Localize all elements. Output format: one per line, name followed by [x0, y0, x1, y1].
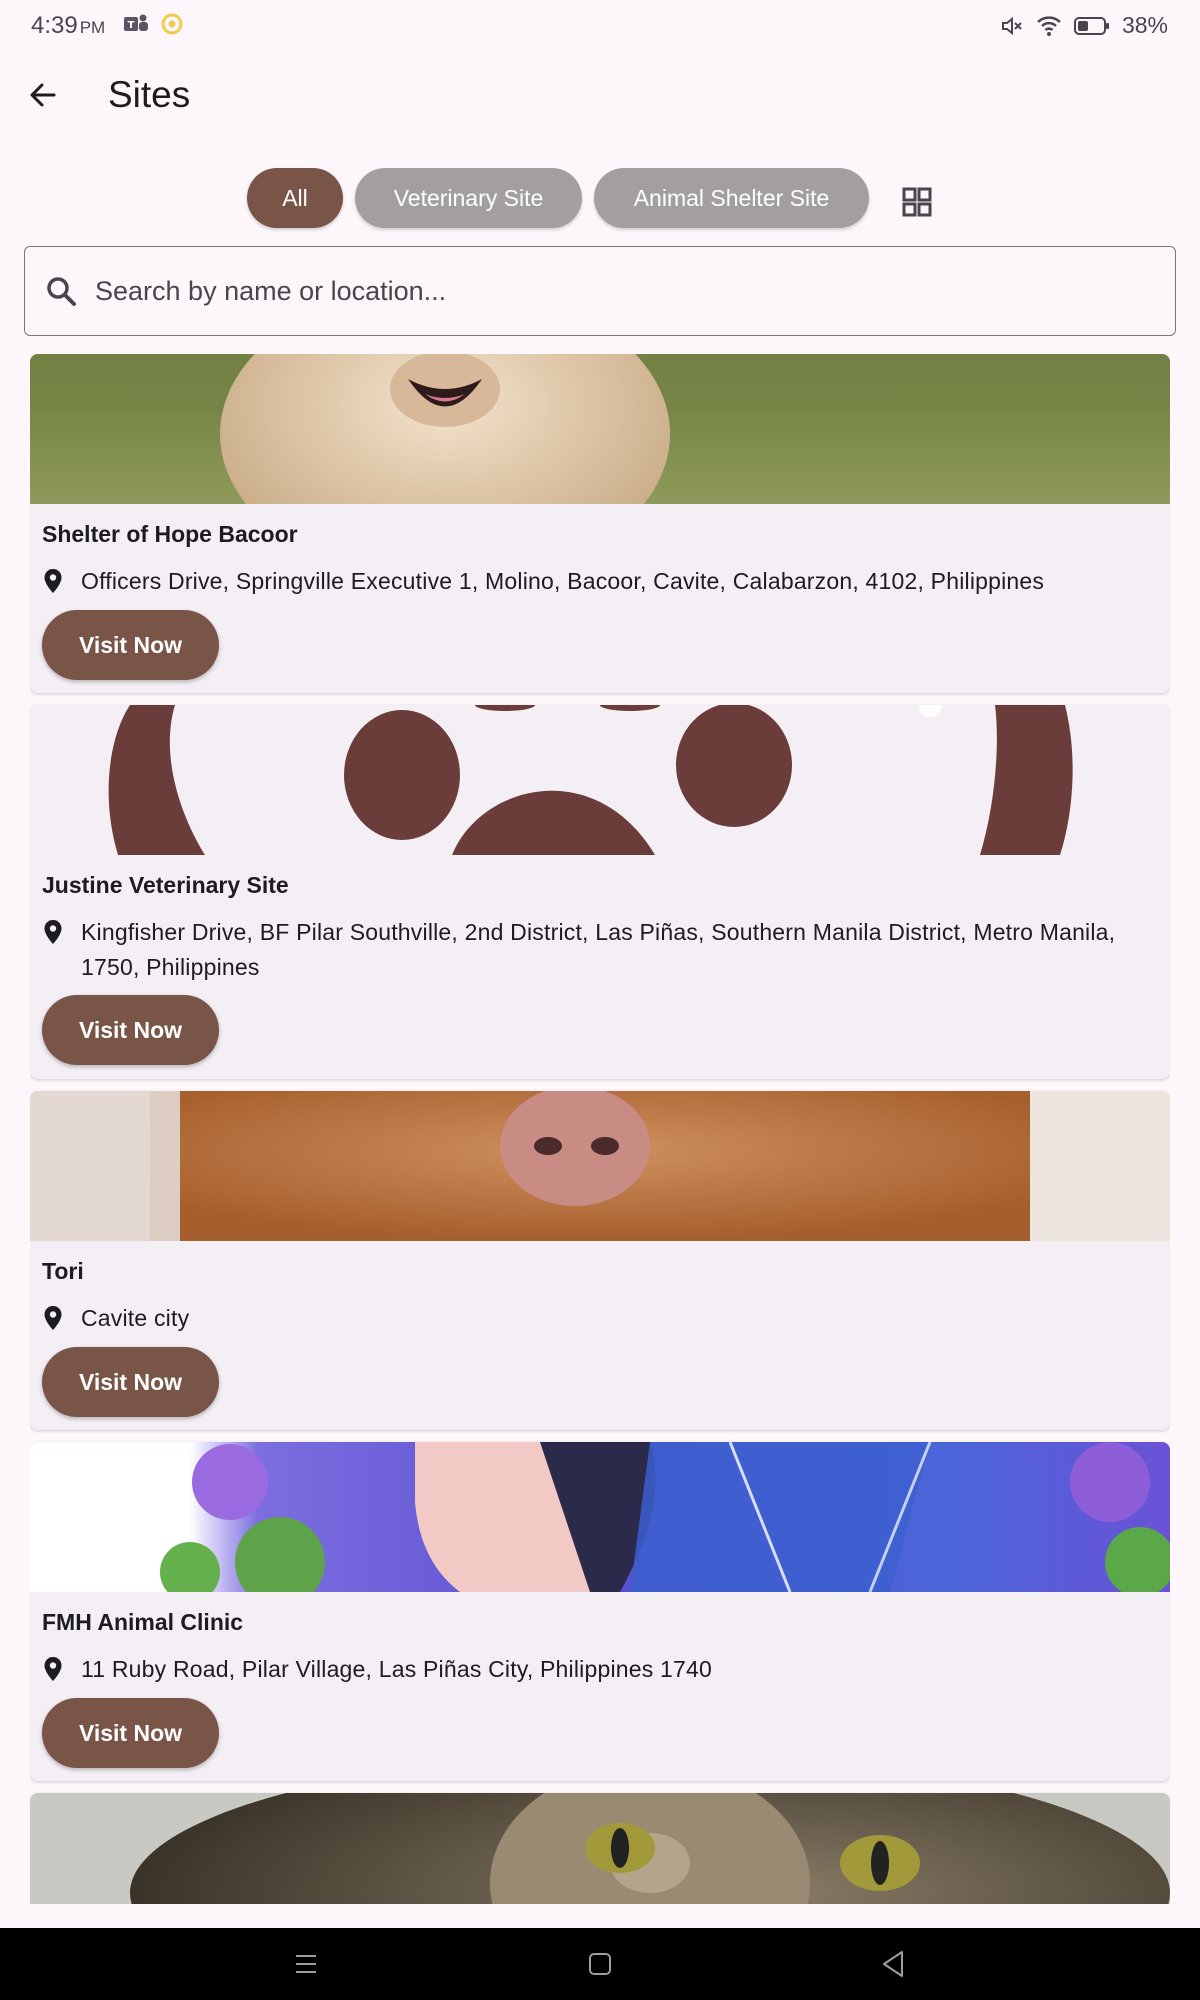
- site-image: [30, 1793, 1170, 1904]
- site-address: Kingfisher Drive, BF Pilar Southville, 2…: [81, 919, 1116, 980]
- battery-icon: [1073, 16, 1109, 35]
- site-image: [30, 354, 1170, 504]
- site-card[interactable]: FMH Animal Clinic 11 Ruby Road, Pilar Vi…: [30, 1442, 1170, 1781]
- visit-now-button[interactable]: Visit Now: [42, 995, 219, 1065]
- recents-icon[interactable]: [288, 1946, 324, 1982]
- site-name: Tori: [42, 1258, 84, 1284]
- status-right: 38%: [1000, 12, 1168, 39]
- site-address: Officers Drive, Springville Executive 1,…: [81, 568, 1045, 594]
- visit-now-button[interactable]: Visit Now: [42, 1698, 219, 1768]
- status-notification-icons: T: [122, 12, 184, 36]
- wifi-icon: [1037, 15, 1061, 36]
- home-icon[interactable]: [582, 1946, 618, 1982]
- status-time-value: 4:39: [31, 12, 78, 39]
- site-location: 11 Ruby Road, Pilar Village, Las Piñas C…: [42, 1652, 1152, 1687]
- battery-percent: 38%: [1121, 12, 1168, 38]
- search-icon: [47, 277, 76, 306]
- site-image: [30, 1442, 1170, 1592]
- site-card[interactable]: Tori Cavite city Visit Now: [30, 1091, 1170, 1430]
- app-bar: Sites: [0, 54, 1200, 140]
- site-address: 11 Ruby Road, Pilar Village, Las Piñas C…: [81, 1656, 712, 1682]
- site-card[interactable]: Justine Veterinary Site Kingfisher Drive…: [30, 705, 1170, 1079]
- back-button[interactable]: [22, 74, 64, 116]
- app-notification-icon: [161, 13, 183, 35]
- filter-chips: All Veterinary Site Animal Shelter Site: [0, 166, 1200, 230]
- site-location: Officers Drive, Springville Executive 1,…: [42, 564, 1152, 599]
- teams-icon: T: [124, 14, 148, 31]
- site-name: FMH Animal Clinic: [42, 1609, 244, 1635]
- site-address: Cavite city: [81, 1305, 190, 1331]
- visit-now-button[interactable]: Visit Now: [42, 1347, 219, 1417]
- mute-icon: [1001, 16, 1022, 35]
- filter-chip-animal-shelter[interactable]: Animal Shelter Site: [594, 168, 869, 228]
- location-pin-icon: [44, 569, 62, 593]
- status-time: 4:39 PM: [31, 12, 105, 40]
- site-list: Shelter of Hope Bacoor Officers Drive, S…: [30, 354, 1170, 1904]
- location-pin-icon: [44, 920, 62, 944]
- page-title: Sites: [108, 74, 191, 115]
- location-pin-icon: [44, 1306, 62, 1330]
- back-nav-icon[interactable]: [876, 1946, 912, 1982]
- filter-chip-all[interactable]: All: [247, 168, 343, 228]
- status-time-ampm: PM: [79, 18, 106, 37]
- site-image: [30, 1091, 1170, 1241]
- grid-icon: [902, 187, 932, 217]
- system-navigation-bar: [0, 1928, 1200, 2000]
- site-card[interactable]: Shelter of Hope Bacoor Officers Drive, S…: [30, 354, 1170, 693]
- location-pin-icon: [44, 1657, 62, 1681]
- status-bar: 4:39 PM T 38%: [0, 0, 1200, 54]
- site-location: Cavite city: [42, 1301, 1152, 1336]
- arrow-left-icon: [30, 83, 56, 107]
- site-card[interactable]: [30, 1793, 1170, 1904]
- site-image: [30, 705, 1170, 855]
- site-name: Shelter of Hope Bacoor: [42, 521, 298, 547]
- site-name: Justine Veterinary Site: [42, 872, 289, 898]
- visit-now-button[interactable]: Visit Now: [42, 610, 219, 680]
- search-input[interactable]: [95, 247, 1155, 335]
- filter-chip-veterinary[interactable]: Veterinary Site: [355, 168, 582, 228]
- site-location: Kingfisher Drive, BF Pilar Southville, 2…: [42, 915, 1152, 985]
- svg-text:T: T: [128, 20, 135, 31]
- view-toggle-button[interactable]: [897, 182, 937, 222]
- search-field[interactable]: [24, 246, 1176, 336]
